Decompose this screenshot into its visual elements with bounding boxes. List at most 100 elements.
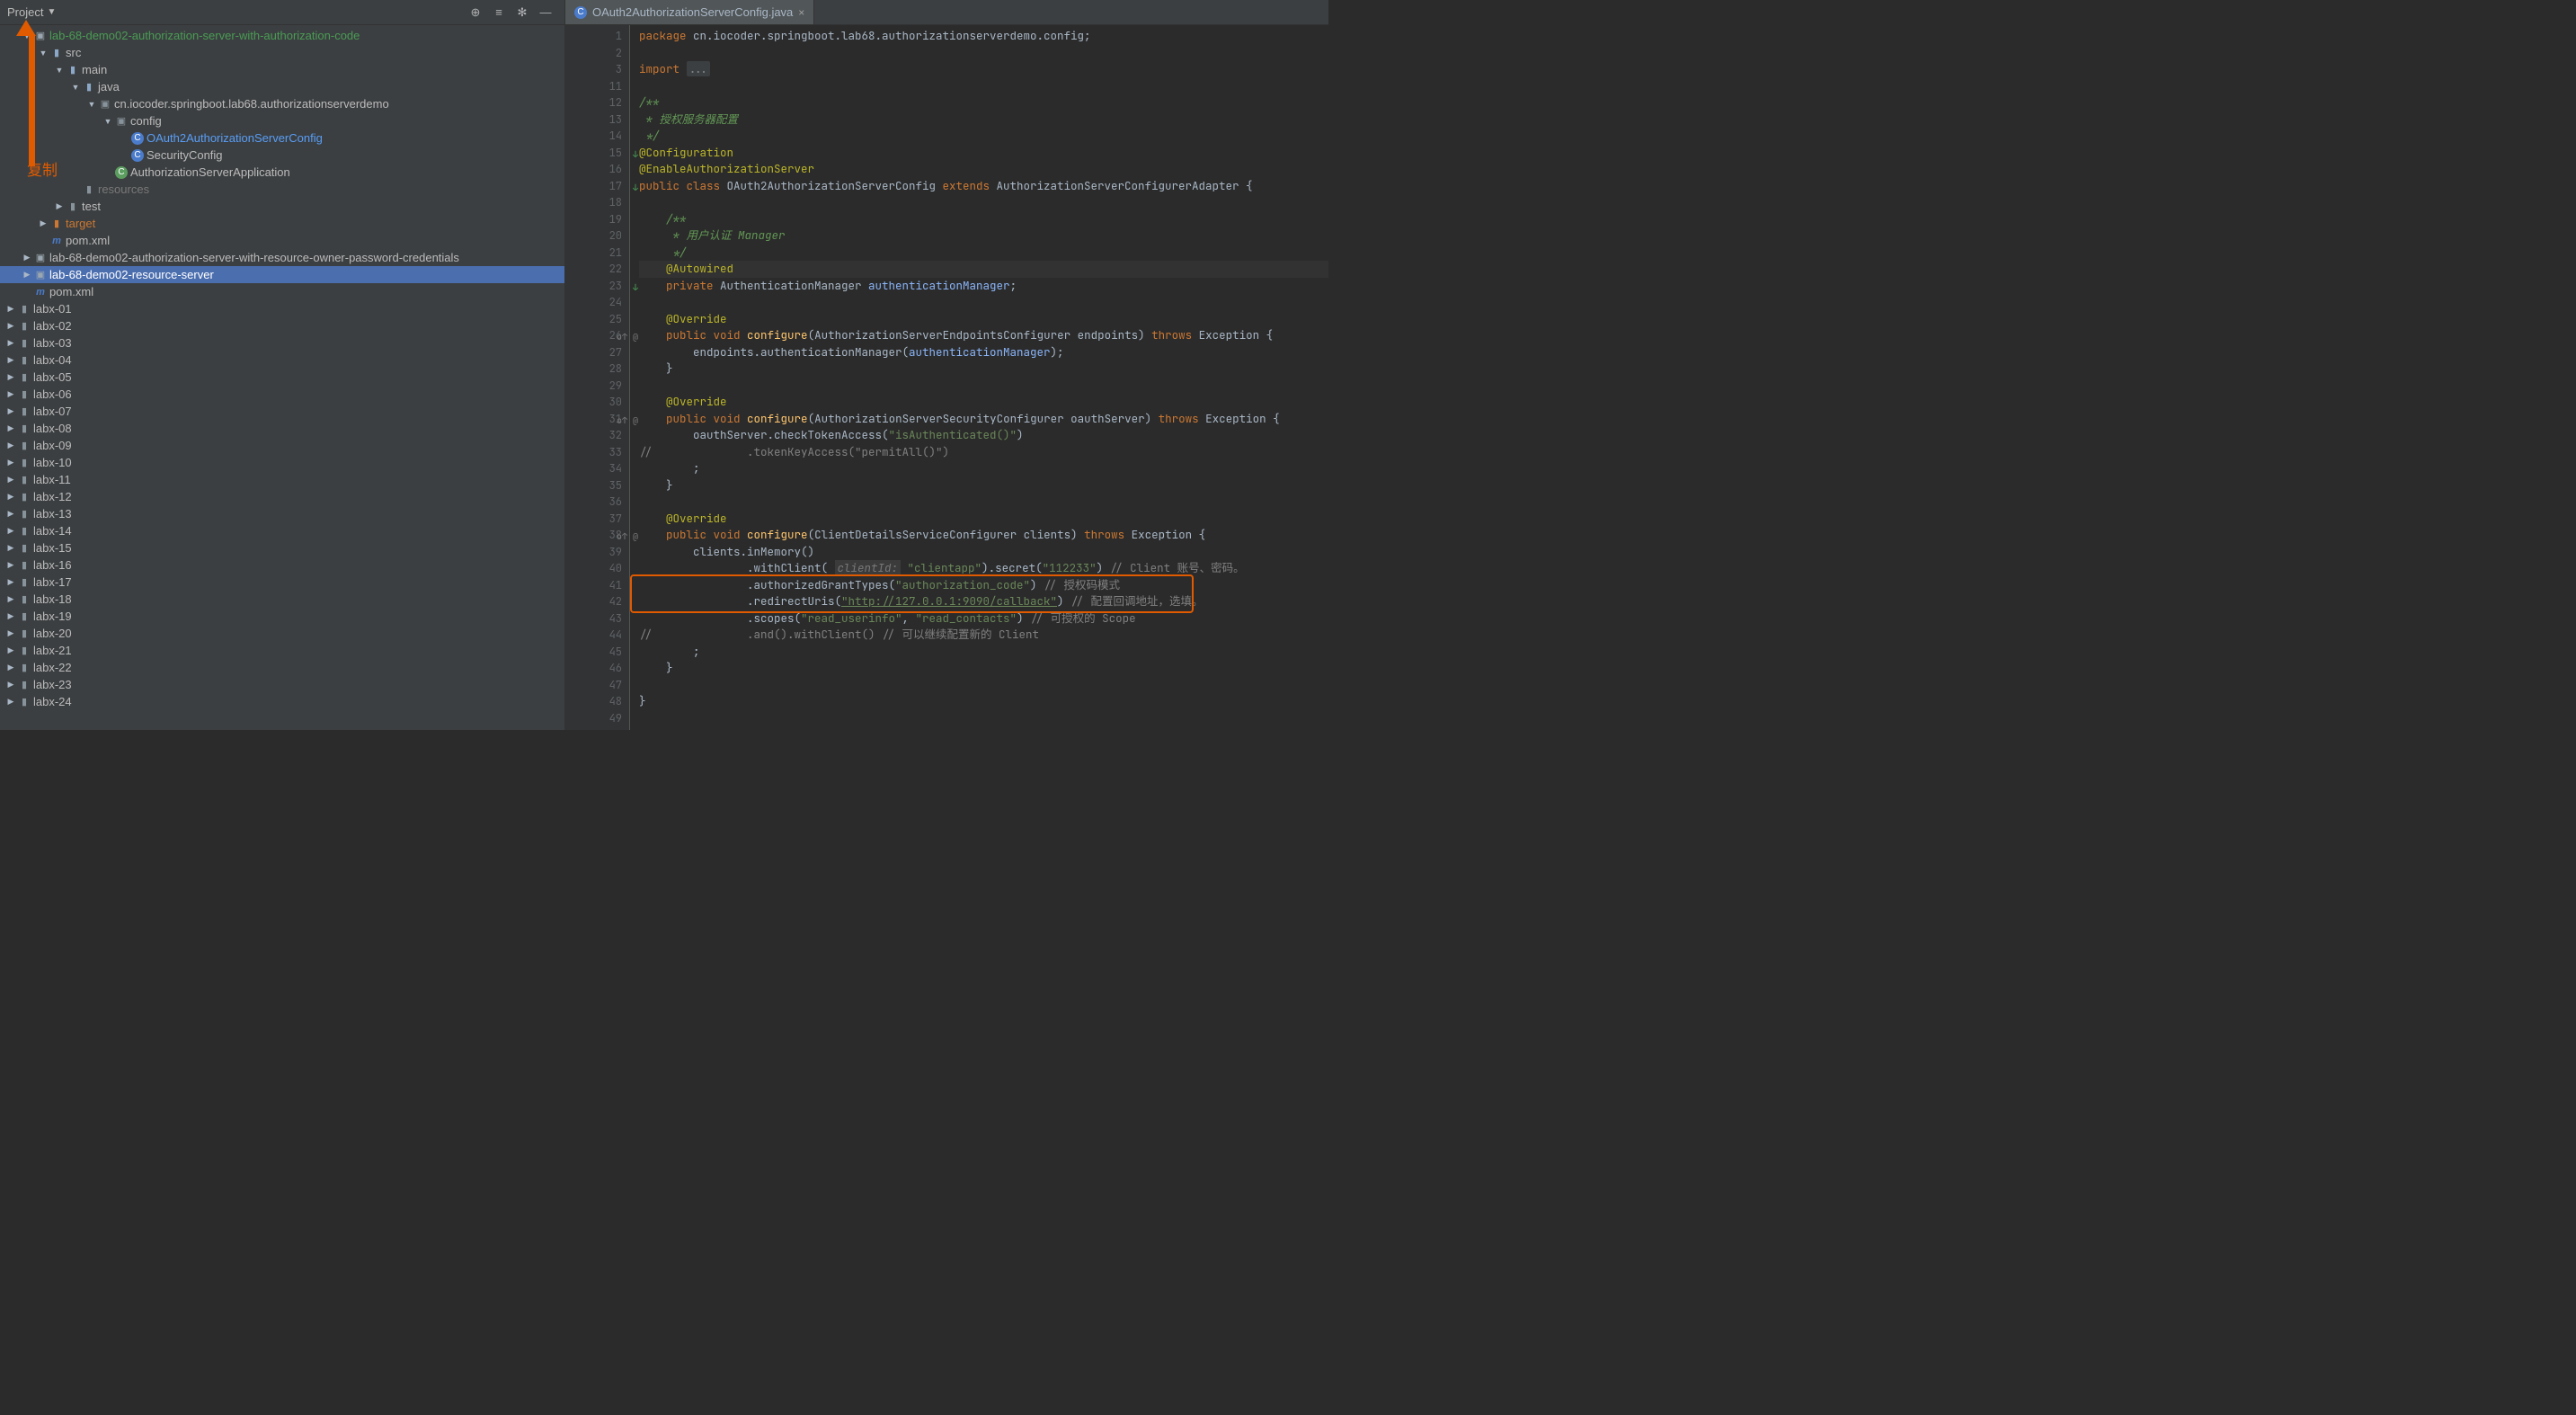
gutter-line-number[interactable]: 47 — [565, 677, 622, 694]
tree-row[interactable]: ▶▮labx-22 — [0, 659, 564, 676]
gutter-line-number[interactable]: 43 — [565, 610, 622, 627]
code-line[interactable]: .scopes("read_userinfo", "read_contacts"… — [639, 610, 1328, 627]
gutter-line-number[interactable]: 30 — [565, 394, 622, 411]
tree-arrow-icon[interactable]: ▶ — [5, 526, 16, 536]
gutter-line-number[interactable]: 35 — [565, 477, 622, 494]
code-line[interactable] — [639, 677, 1328, 694]
code-line[interactable]: @Override — [639, 394, 1328, 411]
tree-row[interactable]: ▼▮main — [0, 61, 564, 78]
code-line[interactable] — [639, 378, 1328, 395]
gutter-line-number[interactable]: 15↓ — [565, 145, 622, 162]
gutter-line-number[interactable]: 24 — [565, 294, 622, 311]
gutter-line-number[interactable]: 45 — [565, 644, 622, 661]
code-line[interactable] — [639, 78, 1328, 95]
code-line[interactable]: public void configure(AuthorizationServe… — [639, 411, 1328, 428]
gutter-line-number[interactable]: 19 — [565, 211, 622, 228]
gutter-line-number[interactable]: 28 — [565, 360, 622, 378]
code-line[interactable] — [639, 194, 1328, 211]
code-line[interactable]: * 授权服务器配置 — [639, 111, 1328, 129]
tree-row[interactable]: ▶▮labx-17 — [0, 574, 564, 591]
code-line[interactable]: // .tokenKeyAccess("permitAll()") — [639, 444, 1328, 461]
code-line[interactable]: } — [639, 693, 1328, 710]
tree-arrow-icon[interactable]: ▶ — [5, 543, 16, 553]
tree-row[interactable]: ▶▮labx-13 — [0, 505, 564, 522]
tree-arrow-icon[interactable]: ▶ — [5, 611, 16, 621]
code-line[interactable]: @Override — [639, 311, 1328, 328]
code-line[interactable] — [639, 710, 1328, 727]
tree-arrow-icon[interactable]: ▼ — [22, 31, 32, 40]
code-line[interactable]: .withClient( clientId: "clientapp").secr… — [639, 560, 1328, 577]
code-line[interactable]: @Autowired — [639, 261, 1328, 278]
tree-arrow-icon[interactable]: ▼ — [102, 117, 113, 126]
tree-row[interactable]: ▶▮labx-09 — [0, 437, 564, 454]
gutter-line-number[interactable]: 16 — [565, 161, 622, 178]
tree-arrow-icon[interactable]: ▶ — [5, 663, 16, 672]
code-line[interactable]: public void configure(ClientDetailsServi… — [639, 527, 1328, 544]
gutter-line-number[interactable]: 40 — [565, 560, 622, 577]
code-line[interactable]: oauthServer.checkTokenAccess("isAuthenti… — [639, 427, 1328, 444]
tree-row[interactable]: ▶▮labx-15 — [0, 539, 564, 556]
tree-row[interactable]: ▶▮test — [0, 198, 564, 215]
tree-arrow-icon[interactable]: ▶ — [5, 406, 16, 416]
hide-panel-icon[interactable]: — — [536, 3, 555, 22]
tree-row[interactable]: ▶▮labx-06 — [0, 386, 564, 403]
tree-arrow-icon[interactable]: ▶ — [5, 594, 16, 604]
tree-arrow-icon[interactable]: ▶ — [5, 423, 16, 433]
tree-arrow-icon[interactable]: ▶ — [5, 645, 16, 655]
tree-arrow-icon[interactable]: ▼ — [70, 83, 81, 92]
gutter-line-number[interactable]: 17↓ — [565, 178, 622, 195]
settings-icon[interactable]: ✻ — [512, 3, 532, 22]
code-line[interactable]: * 用户认证 Manager — [639, 227, 1328, 245]
tree-row[interactable]: ▶▮labx-16 — [0, 556, 564, 574]
code-line[interactable] — [639, 294, 1328, 311]
tree-arrow-icon[interactable]: ▶ — [5, 577, 16, 587]
code-line[interactable]: ; — [639, 460, 1328, 477]
close-tab-icon[interactable]: × — [798, 6, 804, 19]
gutter-line-number[interactable]: 2 — [565, 45, 622, 62]
tree-arrow-icon[interactable]: ▶ — [5, 628, 16, 638]
code-line[interactable]: ; — [639, 644, 1328, 661]
tree-row[interactable]: ▶▮target — [0, 215, 564, 232]
tree-row[interactable]: ▶▮labx-23 — [0, 676, 564, 693]
tree-row[interactable]: ▶▮labx-11 — [0, 471, 564, 488]
tree-arrow-icon[interactable]: ▶ — [5, 372, 16, 382]
gutter-line-number[interactable]: 39 — [565, 544, 622, 561]
tree-row[interactable]: ▶▮labx-10 — [0, 454, 564, 471]
code-line[interactable] — [639, 45, 1328, 62]
gutter-line-number[interactable]: 13 — [565, 111, 622, 129]
gutter-line-number[interactable]: 22 — [565, 261, 622, 278]
code-line[interactable]: } — [639, 477, 1328, 494]
code-line[interactable] — [639, 494, 1328, 511]
code-line[interactable]: @EnableAuthorizationServer — [639, 161, 1328, 178]
gutter-line-number[interactable]: 26o↑ @ — [565, 327, 622, 344]
tree-row[interactable]: ▶▮labx-07 — [0, 403, 564, 420]
tree-row[interactable]: ▶▮labx-19 — [0, 608, 564, 625]
tree-row[interactable]: ▼▣config — [0, 112, 564, 129]
gutter-line-number[interactable]: 42 — [565, 593, 622, 610]
tree-arrow-icon[interactable]: ▶ — [5, 509, 16, 519]
tab-oauth2-config[interactable]: C OAuth2AuthorizationServerConfig.java × — [565, 0, 814, 24]
tree-row[interactable]: ▶▮labx-24 — [0, 693, 564, 710]
code-line[interactable]: .redirectUris("http://127.0.0.1:9090/cal… — [639, 593, 1328, 610]
tree-row[interactable]: ▼▣cn.iocoder.springboot.lab68.authorizat… — [0, 95, 564, 112]
code-line[interactable]: public class OAuth2AuthorizationServerCo… — [639, 178, 1328, 195]
tree-arrow-icon[interactable]: ▶ — [5, 441, 16, 450]
expand-all-icon[interactable]: ≡ — [489, 3, 509, 22]
tree-arrow-icon[interactable]: ▼ — [54, 66, 65, 75]
dropdown-arrow-icon[interactable]: ▼ — [47, 7, 56, 17]
tree-row[interactable]: CAuthorizationServerApplication — [0, 164, 564, 181]
gutter-line-number[interactable]: 23↓ — [565, 278, 622, 295]
gutter[interactable]: 1231112131415↓1617↓181920212223↓242526o↑… — [565, 25, 630, 730]
tree-row[interactable]: mpom.xml — [0, 232, 564, 249]
tree-arrow-icon[interactable]: ▶ — [5, 680, 16, 690]
code-line[interactable]: /** — [639, 94, 1328, 111]
code-line[interactable]: // .and().withClient() // 可以继续配置新的 Clien… — [639, 627, 1328, 644]
code-line[interactable]: */ — [639, 245, 1328, 262]
gutter-line-number[interactable]: 20 — [565, 227, 622, 245]
tree-row[interactable]: ▼▣lab-68-demo02-authorization-server-wit… — [0, 27, 564, 44]
tree-row[interactable]: ▶▮labx-01 — [0, 300, 564, 317]
tree-row[interactable]: ▶▣lab-68-demo02-resource-server — [0, 266, 564, 283]
gutter-line-number[interactable]: 25 — [565, 311, 622, 328]
project-tree[interactable]: ▼▣lab-68-demo02-authorization-server-wit… — [0, 25, 564, 730]
tree-row[interactable]: mpom.xml — [0, 283, 564, 300]
